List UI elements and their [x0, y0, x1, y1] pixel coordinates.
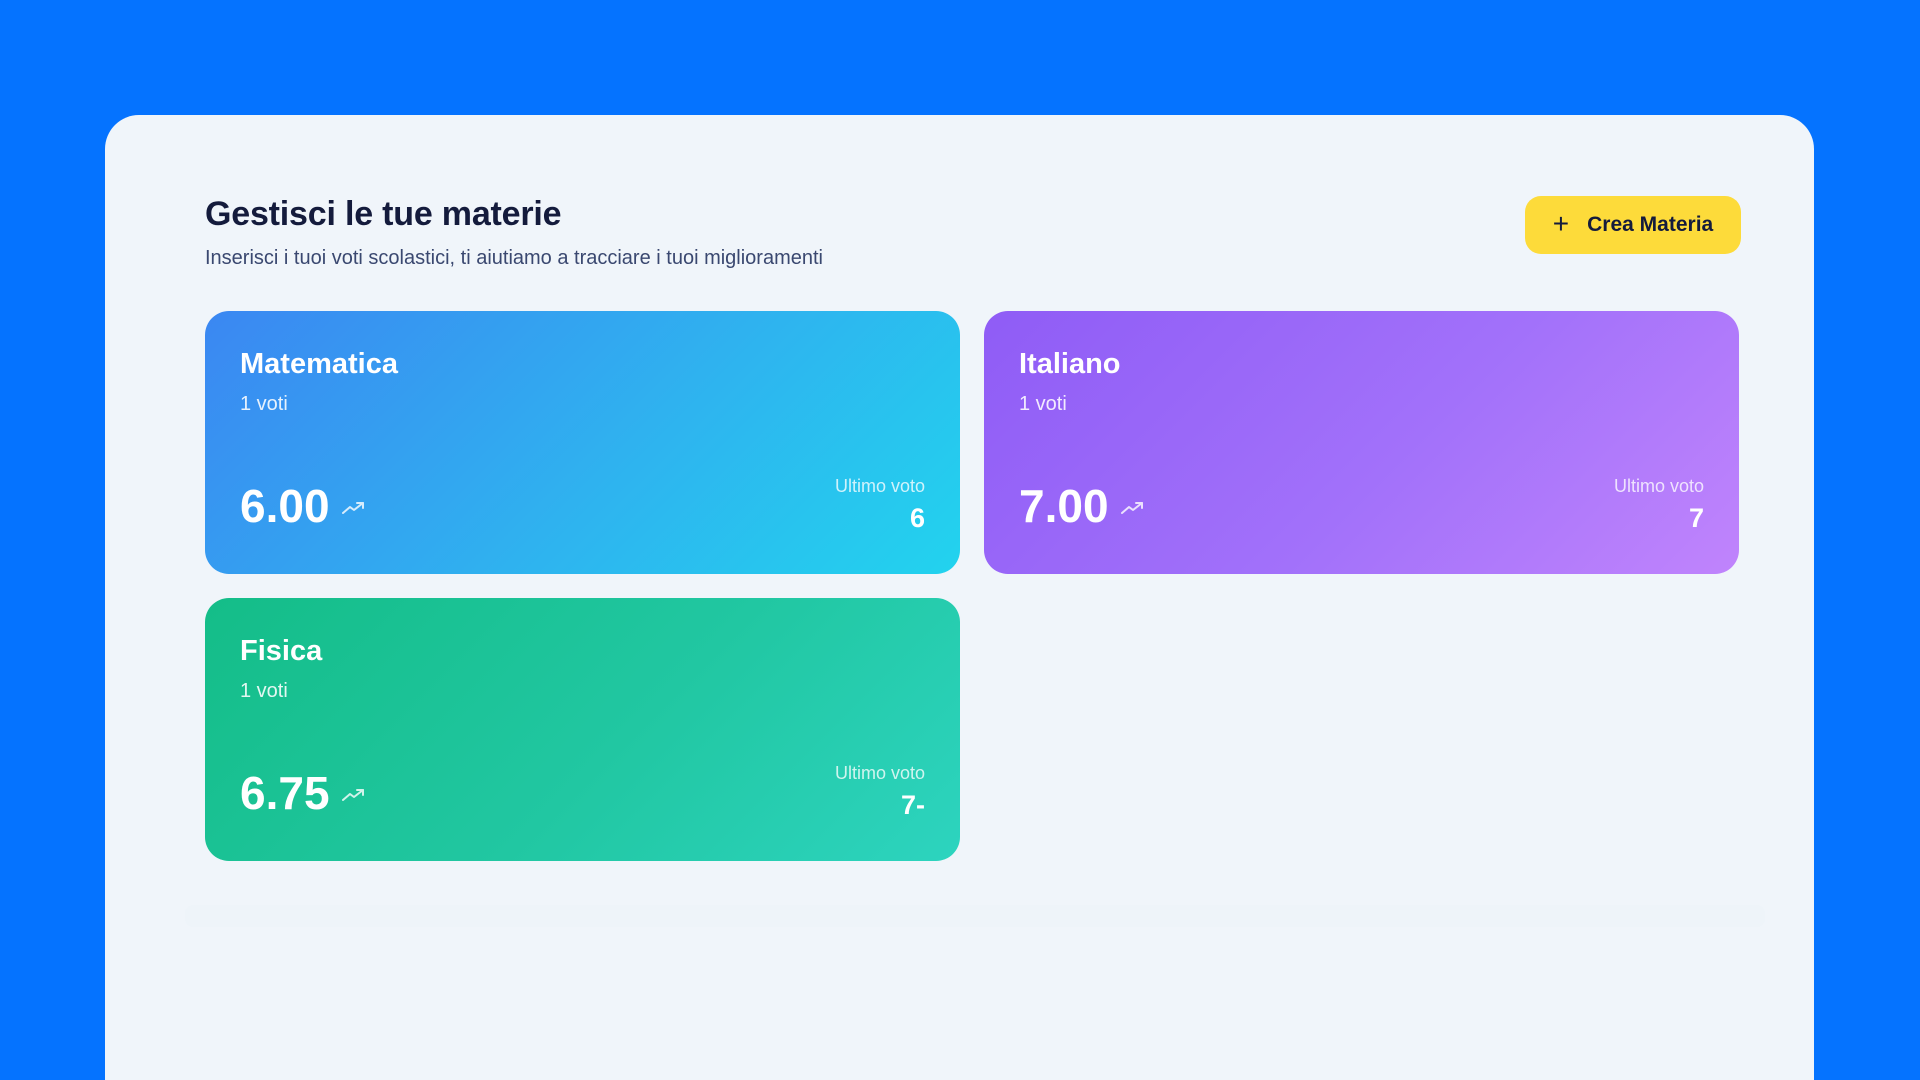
last-grade-value: 7-	[900, 790, 925, 820]
subject-name: Fisica	[240, 635, 323, 667]
last-grade: Ultimo voto 7	[1614, 476, 1704, 534]
grade-count: 1 voti	[240, 680, 288, 702]
average-grade: 6.00	[240, 483, 366, 529]
trending-up-icon	[341, 789, 364, 801]
subjects-grid: Matematica 1 voti 6.00 Ultimo voto 6 Ita…	[205, 311, 1741, 861]
last-grade-label: Ultimo voto	[834, 476, 925, 496]
subject-card-matematica[interactable]: Matematica 1 voti 6.00 Ultimo voto 6	[205, 311, 960, 574]
page-subtitle: Inserisci i tuoi voti scolastici, ti aiu…	[205, 247, 823, 269]
average-value: 6.75	[240, 767, 330, 819]
average-grade: 6.75	[240, 770, 366, 816]
subject-card-fisica[interactable]: Fisica 1 voti 6.75 Ultimo voto 7-	[205, 598, 960, 861]
last-grade-label: Ultimo voto	[834, 763, 925, 783]
last-grade-value: 7	[1688, 503, 1704, 533]
average-value: 7.00	[1019, 480, 1109, 532]
subject-name: Italiano	[1019, 348, 1121, 380]
last-grade: Ultimo voto 7-	[835, 763, 925, 821]
page-title: Gestisci le tue materie	[205, 195, 562, 233]
page-header: Gestisci le tue materie Inserisci i tuoi…	[205, 195, 1741, 275]
divider	[185, 905, 1765, 927]
trending-up-icon	[1120, 502, 1143, 514]
last-grade-value: 6	[909, 503, 925, 533]
grade-count: 1 voti	[1019, 393, 1067, 415]
last-grade: Ultimo voto 6	[835, 476, 925, 534]
subject-card-italiano[interactable]: Italiano 1 voti 7.00 Ultimo voto 7	[984, 311, 1739, 574]
average-grade: 7.00	[1019, 483, 1145, 529]
average-value: 6.00	[240, 480, 330, 532]
subject-name: Matematica	[240, 348, 398, 380]
grade-count: 1 voti	[240, 393, 288, 415]
main-panel: Gestisci le tue materie Inserisci i tuoi…	[105, 115, 1814, 1080]
trending-up-icon	[341, 502, 364, 514]
plus-icon: +	[1552, 208, 1570, 239]
last-grade-label: Ultimo voto	[1613, 476, 1704, 496]
create-subject-button-label: Crea Materia	[1587, 213, 1714, 236]
create-subject-button[interactable]: + Crea Materia	[1525, 196, 1741, 254]
